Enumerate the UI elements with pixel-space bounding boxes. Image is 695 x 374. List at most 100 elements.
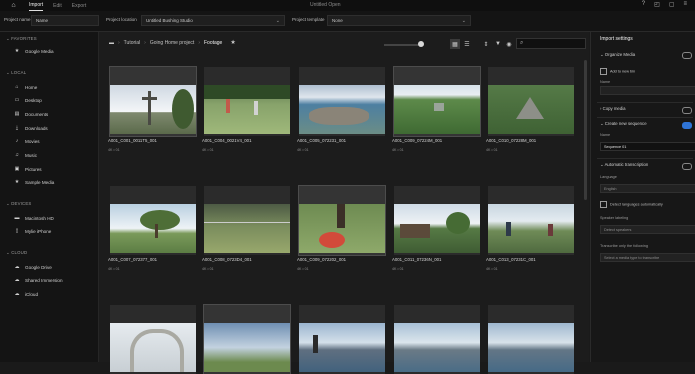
progress-icon[interactable]: ◰	[654, 1, 660, 8]
project-location-value: Untitled Bushing Studio	[146, 18, 193, 23]
clip-name: A001_C009_072202_001	[297, 257, 346, 262]
help-icon[interactable]: ?	[642, 1, 645, 8]
sidebar-item-shared[interactable]: ☁ Shared Immersion	[14, 277, 63, 283]
organize-media-header[interactable]: ⌄ Organize Media	[600, 52, 635, 58]
phone-icon: ▯	[15, 228, 19, 234]
section-local[interactable]: ⌄ LOCAL	[6, 70, 26, 76]
sidebar-item-desktop[interactable]: ▭ Desktop	[14, 97, 42, 103]
clip-meta: 4K • 01	[392, 267, 404, 271]
sidebar-item-iphone[interactable]: ▯ Mylie iPhone	[14, 228, 52, 234]
sidebar-item-movies[interactable]: ♪ Movies	[14, 138, 40, 144]
tab-edit[interactable]: Edit	[53, 0, 62, 11]
sort-icon[interactable]: ⇕	[481, 39, 491, 49]
clip-thumbnail[interactable]	[109, 66, 197, 137]
clip-thumbnail[interactable]	[298, 185, 386, 256]
section-devices[interactable]: ⌄ DEVICES	[6, 201, 31, 207]
sidebar-item-sample-media[interactable]: ★ Sample Media	[14, 179, 55, 185]
notification-icon[interactable]: ▢	[669, 1, 675, 8]
project-template-label: Project template	[292, 17, 325, 22]
title-bar: ⌂ Import Edit Export Untitled Open ? ◰ ▢…	[0, 0, 695, 11]
chevron-down-icon: ⌄	[461, 18, 466, 24]
filter-icon[interactable]: ▼	[493, 39, 503, 49]
sidebar-item-pictures[interactable]: ▣ Pictures	[14, 166, 42, 172]
thumbnail-size-slider[interactable]	[384, 41, 424, 47]
clip-name: A001_C005_072231_001	[297, 138, 346, 143]
clip-thumbnail[interactable]	[488, 186, 574, 255]
section-cloud[interactable]: ⌄ CLOUD	[6, 250, 27, 256]
clip-thumbnail[interactable]	[394, 305, 480, 374]
clip-meta: 4K • 01	[202, 148, 214, 152]
breadcrumb-footage[interactable]: Footage	[204, 40, 222, 46]
clip-meta: 4K • 01	[202, 267, 214, 271]
clip-thumbnail[interactable]	[488, 67, 574, 136]
clip-preview-image	[204, 323, 290, 372]
scrollbar[interactable]	[584, 60, 587, 200]
project-location-select[interactable]: Untitled Bushing Studio ⌄	[141, 15, 285, 26]
clip-thumbnail[interactable]	[299, 67, 385, 136]
home-icon[interactable]: ⌂	[8, 0, 19, 11]
clip-thumbnail[interactable]	[204, 67, 290, 136]
sidebar-item-google-drive[interactable]: ☁ Google Drive	[14, 264, 52, 270]
breadcrumb-tutorial[interactable]: Tutorial	[124, 40, 141, 46]
clip-thumbnail[interactable]	[204, 186, 290, 255]
clip-thumbnail[interactable]	[393, 66, 481, 137]
section-favorites[interactable]: ⌄ FAVORITES	[6, 36, 37, 42]
sidebar-item-google-media[interactable]: ★ Google Media	[14, 48, 54, 54]
menu-icon[interactable]: ≡	[683, 1, 687, 8]
clip-meta: 4K • 01	[108, 148, 120, 152]
clip-preview-image	[394, 323, 480, 372]
copy-media-header[interactable]: › Copy media	[600, 106, 626, 111]
create-sequence-toggle[interactable]	[682, 122, 692, 129]
clip-thumbnail[interactable]	[299, 305, 385, 374]
clip-meta: 4K • 01	[486, 148, 498, 152]
create-sequence-header[interactable]: ⌄ Create new sequence	[600, 121, 647, 127]
sidebar-item-downloads[interactable]: ⤓ Downloads	[14, 125, 48, 131]
folder-icon[interactable]: ▬	[109, 40, 114, 46]
organize-toggle[interactable]	[682, 52, 692, 59]
sidebar-item-home[interactable]: ⌂ Home	[14, 84, 37, 90]
clip-thumbnail[interactable]	[110, 305, 196, 374]
add-to-bin-checkbox[interactable]: Add to new bin	[600, 68, 635, 75]
clip-thumbnail[interactable]	[488, 305, 574, 374]
project-template-select[interactable]: None ⌄	[327, 15, 471, 26]
tab-import[interactable]: Import	[29, 0, 44, 11]
grid-view-button[interactable]: ▦	[450, 39, 460, 49]
clip-name: A001_C007_072377_001	[108, 257, 157, 262]
picture-icon: ▣	[14, 166, 20, 172]
sidebar-item-documents[interactable]: ▤ Documents	[14, 111, 49, 117]
clip-thumbnail[interactable]	[203, 304, 291, 374]
clip-preview-image	[488, 85, 574, 134]
list-view-button[interactable]: ☰	[462, 39, 472, 49]
breadcrumb-project[interactable]: Going Home project	[150, 40, 194, 46]
sidebar-item-macintosh-hd[interactable]: ▬ Macintosh HD	[14, 215, 54, 221]
project-location-label: Project location	[106, 17, 137, 22]
tab-export[interactable]: Export	[72, 0, 86, 11]
view-options-icon[interactable]: ◉	[504, 39, 514, 49]
clip-thumbnail[interactable]	[110, 186, 196, 255]
detect-language-checkbox[interactable]: Detect languages automatically	[600, 201, 663, 208]
clip-preview-image	[488, 204, 574, 253]
clip-preview-image	[110, 204, 196, 253]
sequence-name-field[interactable]: Sequence 01	[600, 142, 695, 151]
clip-meta: 4K • 01	[297, 148, 309, 152]
sidebar-item-icloud[interactable]: ☁ iCloud	[14, 291, 39, 297]
speaker-select[interactable]: Detect speakers	[600, 225, 695, 234]
star-icon[interactable]: ★	[230, 39, 235, 46]
search-input[interactable]: ⌕	[516, 38, 586, 49]
clip-thumbnail[interactable]	[394, 186, 480, 255]
transcribe-select[interactable]: Select a media type to transcribe	[600, 253, 695, 262]
transcription-toggle[interactable]	[682, 163, 692, 170]
project-name-field[interactable]: Name	[31, 15, 99, 26]
clip-meta: 4K • 01	[297, 267, 309, 271]
slider-knob[interactable]	[418, 41, 424, 47]
auto-transcription-header[interactable]: ⌄ Automatic transcription	[600, 162, 648, 168]
language-select[interactable]: English	[600, 184, 695, 193]
clip-meta: 4K • 01	[486, 267, 498, 271]
clip-preview-image	[488, 323, 574, 372]
bin-name-field[interactable]	[600, 86, 695, 95]
copy-media-toggle[interactable]	[682, 107, 692, 114]
sidebar-item-music[interactable]: ♫ Music	[14, 152, 37, 158]
clip-name: A001_C004_0021V4_001	[202, 138, 252, 143]
window-title: Untitled Open	[310, 2, 341, 8]
chevron-down-icon: ⌄	[275, 18, 280, 24]
